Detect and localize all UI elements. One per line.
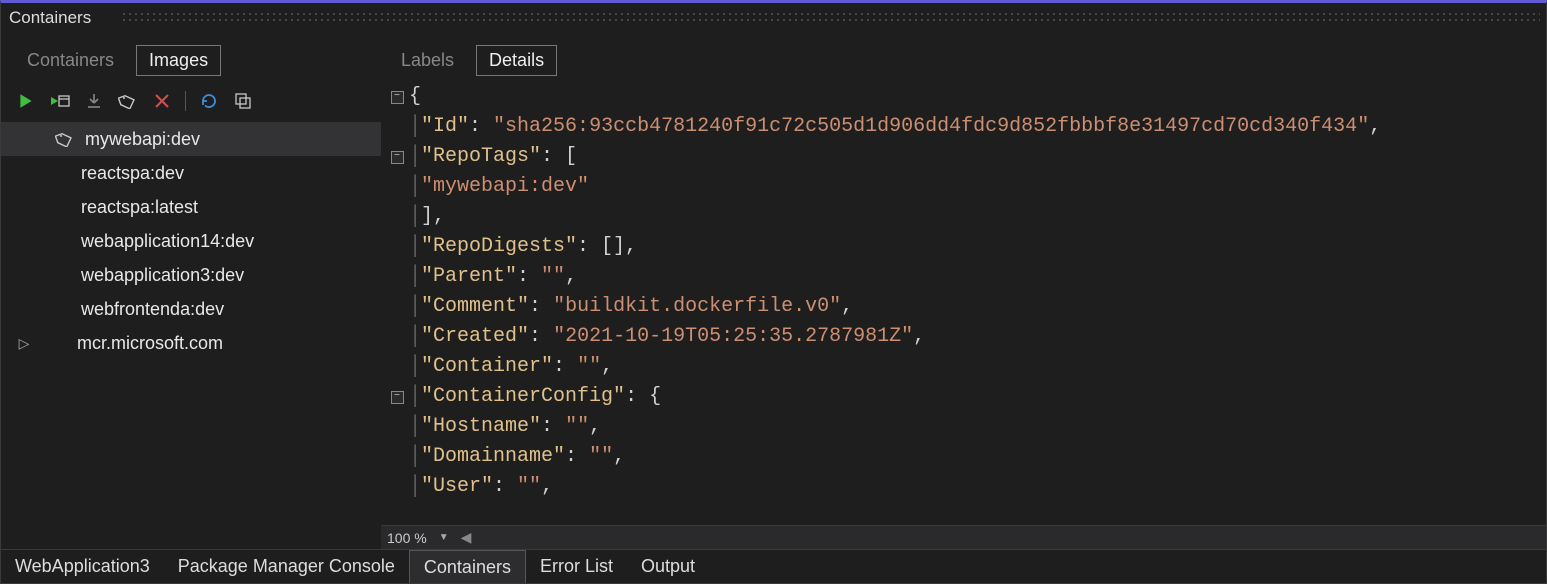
left-pane: Containers Images [1,33,381,549]
zoom-bar: 100 % ▼ ◀ [381,525,1546,549]
code-line: │ "User": "", [385,472,1546,502]
image-item-3[interactable]: webapplication14:dev [1,224,381,258]
zoom-level[interactable]: 100 % [387,530,427,546]
image-label: webfrontenda:dev [81,299,224,320]
expand-caret-icon[interactable]: ▷ [15,335,33,352]
scroll-left-icon[interactable]: ◀ [461,529,472,546]
tab-containers[interactable]: Containers [15,46,126,75]
image-label: reactspa:latest [81,197,198,218]
image-label: reactspa:dev [81,163,184,184]
code-line: │ "mywebapi:dev" [385,172,1546,202]
registry-label: mcr.microsoft.com [77,333,223,354]
code-line: │ "Container": "", [385,352,1546,382]
code-line: │ "Domainname": "", [385,442,1546,472]
panel-title: Containers [9,8,91,28]
code-line: │ "Created": "2021-10-19T05:25:35.278798… [385,322,1546,352]
tag-icon[interactable] [117,90,139,112]
run-icon[interactable] [15,90,37,112]
image-item-1[interactable]: reactspa:dev [1,156,381,190]
code-line: │ "RepoDigests": [], [385,232,1546,262]
right-pane: Labels Details −{│ "Id": "sha256:93ccb47… [381,33,1546,549]
tab-images[interactable]: Images [136,45,221,76]
bottom-tab-4[interactable]: Output [627,550,709,583]
run-window-icon[interactable] [49,90,71,112]
image-item-2[interactable]: reactspa:latest [1,190,381,224]
bottom-tab-strip: WebApplication3 Package Manager Console … [1,549,1546,583]
code-line: −│ "ContainerConfig": { [385,382,1546,412]
tab-details[interactable]: Details [476,45,557,76]
main-area: Containers Images [1,33,1546,549]
fold-icon[interactable]: − [391,391,404,404]
image-item-5[interactable]: webfrontenda:dev [1,292,381,326]
image-label: webapplication14:dev [81,231,254,252]
image-item-0[interactable]: mywebapi:dev [1,122,381,156]
code-line: │ "Id": "sha256:93ccb4781240f91c72c505d1… [385,112,1546,142]
image-toolbar [1,84,381,118]
bottom-tab-2[interactable]: Containers [409,550,526,583]
code-line: −│ "RepoTags": [ [385,142,1546,172]
fold-icon[interactable]: − [391,91,404,104]
fold-icon[interactable]: − [391,151,404,164]
code-line: │ "Parent": "", [385,262,1546,292]
panel-titlebar[interactable]: Containers [1,3,1546,33]
copy-icon[interactable] [232,90,254,112]
tag-icon [55,131,75,147]
tab-labels[interactable]: Labels [389,46,466,75]
code-line: −{ [385,82,1546,112]
download-icon[interactable] [83,90,105,112]
code-line: │ "Hostname": "", [385,412,1546,442]
right-tab-row: Labels Details [381,33,1546,82]
bottom-tab-3[interactable]: Error List [526,550,627,583]
image-label: mywebapi:dev [85,129,200,150]
image-label: webapplication3:dev [81,265,244,286]
delete-icon[interactable] [151,90,173,112]
zoom-dropdown-icon[interactable]: ▼ [433,532,455,543]
json-viewer[interactable]: −{│ "Id": "sha256:93ccb4781240f91c72c505… [381,82,1546,525]
registry-item[interactable]: ▷ mcr.microsoft.com [1,326,381,360]
code-line: │ ], [385,202,1546,232]
bottom-tab-1[interactable]: Package Manager Console [164,550,409,583]
bottom-tab-0[interactable]: WebApplication3 [1,550,164,583]
refresh-icon[interactable] [198,90,220,112]
left-tab-row: Containers Images [1,41,381,84]
grip-dots[interactable] [121,11,1540,21]
image-tree: mywebapi:dev reactspa:dev reactspa:lates… [1,118,381,549]
toolbar-separator [185,91,186,111]
code-line: │ "Comment": "buildkit.dockerfile.v0", [385,292,1546,322]
image-item-4[interactable]: webapplication3:dev [1,258,381,292]
